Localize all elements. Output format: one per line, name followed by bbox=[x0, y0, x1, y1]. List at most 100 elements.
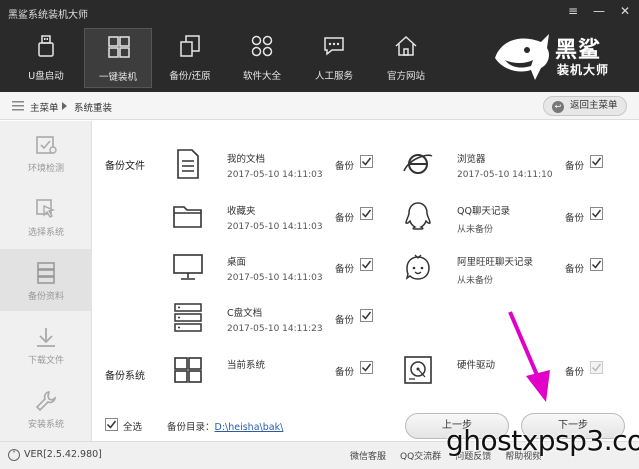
sidebar-item-label: 安装系统 bbox=[27, 420, 64, 430]
backup-label: 备份 bbox=[565, 367, 585, 378]
window-controls: ≡ — ✕ bbox=[565, 4, 633, 18]
item-timestamp: 2017-05-10 14:11:10 bbox=[457, 170, 553, 180]
item-name: 桌面 bbox=[227, 257, 247, 268]
list-icon bbox=[12, 101, 24, 111]
list-item: 我的文档 2017-05-10 14:11:03 备份 bbox=[171, 147, 401, 197]
wangwang-icon bbox=[405, 254, 430, 280]
list-item: C盘文档 2017-05-10 14:11:23 备份 bbox=[171, 301, 401, 351]
item-status: 从未备份 bbox=[457, 276, 494, 286]
shark-logo-icon bbox=[495, 34, 549, 80]
item-timestamp: 2017-05-10 14:11:03 bbox=[227, 170, 323, 180]
tool-official-site[interactable]: 官方网站 bbox=[372, 28, 440, 88]
backup-icon bbox=[180, 35, 200, 57]
backup-label: 备份 bbox=[335, 161, 355, 172]
menu-icon[interactable]: ≡ bbox=[565, 4, 581, 18]
qq-group-link[interactable]: QQ交流群 bbox=[400, 449, 441, 462]
server-icon bbox=[174, 303, 202, 332]
list-item: 浏览器 2017-05-10 14:11:10 备份 bbox=[401, 147, 631, 197]
qq-icon bbox=[405, 202, 431, 230]
window-title: 黑鲨系统装机大师 bbox=[8, 10, 88, 21]
backup-directory-link[interactable]: D:\heisha\bak\ bbox=[215, 422, 284, 433]
browser-icon bbox=[403, 154, 433, 174]
tool-usb-boot[interactable]: U盘启动 bbox=[12, 28, 80, 88]
backup-label: 备份 bbox=[335, 315, 355, 326]
watermark: ghostxpsp3.com bbox=[446, 424, 639, 457]
tool-one-key-install[interactable]: 一键装机 bbox=[84, 28, 152, 88]
tool-label: 一键装机 bbox=[98, 72, 137, 83]
select-all-label: 全选 bbox=[123, 422, 143, 433]
backup-checkbox[interactable] bbox=[590, 155, 603, 168]
backup-label: 备份 bbox=[335, 367, 355, 378]
tool-label: 官方网站 bbox=[386, 71, 425, 82]
item-name: QQ聊天记录 bbox=[457, 206, 510, 217]
backup-checkbox[interactable] bbox=[590, 361, 603, 374]
logo-subtext: 装机大师 bbox=[557, 63, 610, 77]
close-icon[interactable]: ✕ bbox=[617, 4, 633, 18]
select-all-checkbox[interactable] bbox=[105, 418, 118, 431]
item-name: 收藏夹 bbox=[227, 206, 256, 217]
item-name: 我的文档 bbox=[227, 154, 266, 165]
tool-software[interactable]: 软件大全 bbox=[228, 28, 296, 88]
minimize-icon[interactable]: — bbox=[591, 4, 607, 18]
chat-icon bbox=[324, 37, 344, 56]
usb-icon bbox=[38, 35, 54, 57]
breadcrumb-root[interactable]: 主菜单 bbox=[30, 100, 59, 114]
backup-checkbox[interactable] bbox=[590, 207, 603, 220]
backup-label: 备份 bbox=[335, 264, 355, 275]
list-item: 当前系统 备份 bbox=[171, 353, 401, 403]
database-icon bbox=[37, 262, 55, 284]
tool-label: U盘启动 bbox=[28, 71, 64, 82]
tool-label: 人工服务 bbox=[314, 71, 353, 82]
list-item: QQ聊天记录 从未备份 备份 bbox=[401, 199, 631, 249]
item-name: 浏览器 bbox=[457, 154, 486, 165]
list-item: 阿里旺旺聊天记录 从未备份 备份 bbox=[401, 250, 631, 300]
document-icon bbox=[177, 149, 199, 179]
item-name: 当前系统 bbox=[227, 360, 266, 371]
sidebar-item-label: 下载文件 bbox=[27, 356, 64, 366]
item-status: 从未备份 bbox=[457, 225, 494, 235]
backup-files-title: 备份文件 bbox=[105, 161, 145, 172]
backup-checkbox[interactable] bbox=[360, 309, 373, 322]
pointer-arrow-icon bbox=[508, 311, 550, 402]
tool-manual-service[interactable]: 人工服务 bbox=[300, 28, 368, 88]
breadcrumb: 主菜单 系统重装 ↩ 返回主菜单 bbox=[0, 92, 639, 120]
sidebar-item-backup-data[interactable]: 备份资料 bbox=[0, 249, 92, 311]
backup-label: 备份 bbox=[565, 264, 585, 275]
backup-label: 备份 bbox=[335, 213, 355, 224]
backup-checkbox[interactable] bbox=[360, 155, 373, 168]
backup-checkbox[interactable] bbox=[360, 258, 373, 271]
wechat-service-link[interactable]: 微信客服 bbox=[350, 449, 386, 462]
top-toolbar: 黑鲨系统装机大师 ≡ — ✕ U盘启动 一键装机 备份/还原 软件大全 人工服务… bbox=[0, 0, 639, 92]
download-icon bbox=[37, 328, 55, 347]
sidebar-item-label: 环境检测 bbox=[27, 164, 64, 174]
back-button-label: 返回主菜单 bbox=[570, 100, 618, 111]
brand-logo: 黑鲨 装机大师 bbox=[491, 28, 631, 84]
backup-directory: 备份目录：D:\heisha\bak\ bbox=[167, 419, 283, 433]
windows-icon bbox=[174, 357, 202, 383]
chevron-down-icon[interactable]: ˅ bbox=[8, 449, 20, 461]
back-to-main-button[interactable]: ↩ 返回主菜单 bbox=[543, 96, 627, 116]
sidebar-item-download[interactable]: 下载文件 bbox=[0, 313, 92, 375]
item-name: 阿里旺旺聊天记录 bbox=[457, 257, 534, 268]
sidebar-item-label: 备份资料 bbox=[27, 292, 64, 302]
sidebar-item-select-system[interactable]: 选择系统 bbox=[0, 185, 92, 247]
sidebar-item-install[interactable]: 安装系统 bbox=[0, 377, 92, 439]
backup-checkbox[interactable] bbox=[360, 361, 373, 374]
item-timestamp: 2017-05-10 14:11:23 bbox=[227, 324, 323, 334]
item-name: 硬件驱动 bbox=[457, 360, 496, 371]
backup-system-title: 备份系统 bbox=[105, 371, 145, 382]
monitor-icon bbox=[173, 254, 203, 280]
tool-backup-restore[interactable]: 备份/还原 bbox=[156, 28, 224, 88]
windows-icon bbox=[108, 36, 130, 58]
backup-checkbox[interactable] bbox=[360, 207, 373, 220]
back-arrow-icon: ↩ bbox=[552, 101, 564, 113]
sidebar-item-env-check[interactable]: 环境检测 bbox=[0, 121, 92, 183]
check-icon bbox=[36, 136, 57, 154]
backup-label: 备份 bbox=[565, 213, 585, 224]
breadcrumb-current: 系统重装 bbox=[74, 103, 113, 114]
folder-icon bbox=[173, 206, 202, 228]
logo-text: 黑鲨 bbox=[555, 38, 602, 63]
sidebar: 环境检测 选择系统 备份资料 下载文件 安装系统 bbox=[0, 121, 92, 441]
backup-checkbox[interactable] bbox=[590, 258, 603, 271]
item-timestamp: 2017-05-10 14:11:03 bbox=[227, 222, 323, 232]
